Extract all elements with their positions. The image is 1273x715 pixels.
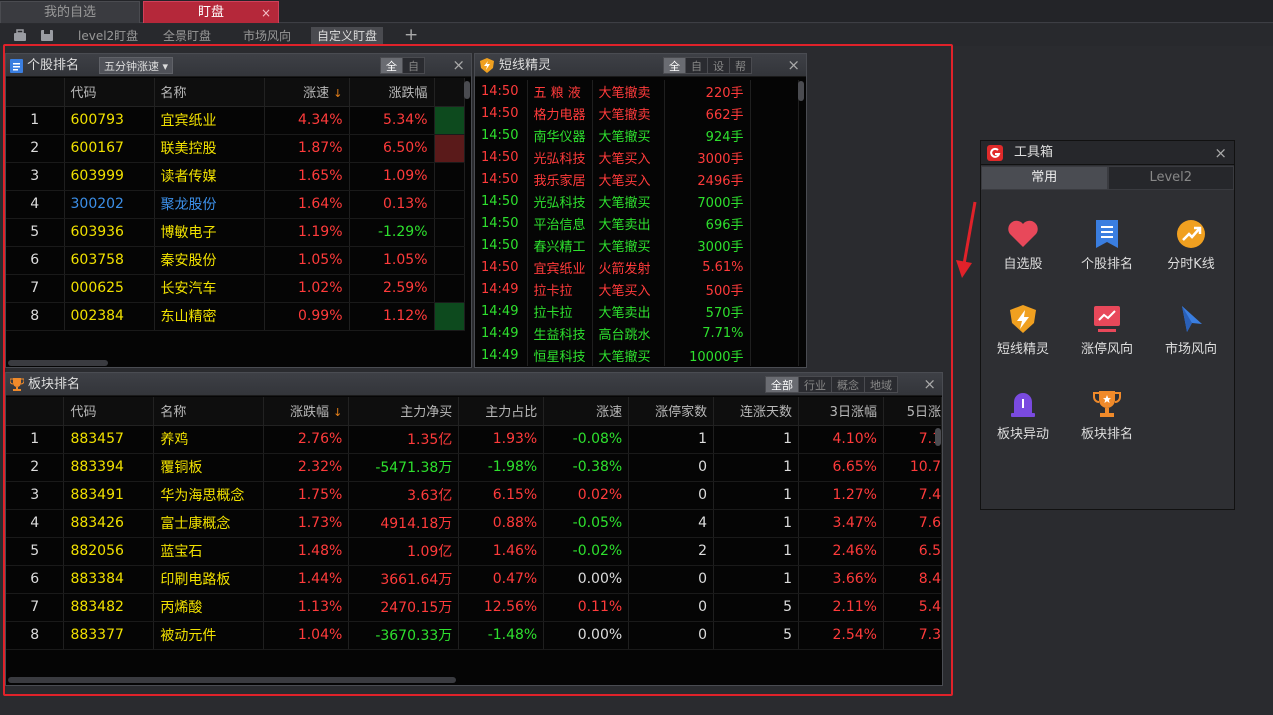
- window-tabbar: 我的自选 盯盘 ×: [0, 0, 1273, 23]
- save-icon[interactable]: [40, 29, 54, 42]
- tool-label: 短线精灵: [996, 342, 1049, 357]
- chart-monitor-icon: [1094, 306, 1120, 332]
- shield-bolt-icon: [1010, 305, 1036, 333]
- app-logo-icon: [987, 145, 1003, 161]
- tool-market-wind[interactable]: 市场风向: [1149, 304, 1233, 357]
- subtab-market-wind[interactable]: 市场风向: [237, 27, 297, 45]
- selection-highlight: [3, 44, 953, 696]
- toolbox-tabs: 常用 Level2: [981, 166, 1234, 190]
- tool-label: 市场风向: [1164, 342, 1217, 357]
- tool-label: 分时K线: [1167, 257, 1215, 272]
- tab-close-icon[interactable]: ×: [261, 2, 271, 24]
- toolbox-icon[interactable]: [13, 29, 27, 42]
- tool-stock-rank[interactable]: 个股排名: [1065, 219, 1149, 272]
- heart-icon: [1008, 220, 1038, 247]
- subtab-level2[interactable]: level2盯盘: [72, 27, 144, 45]
- toolbox-panel: 工具箱 × 常用 Level2 自选股 个股排名 分时K线 短线精灵 涨停风向 …: [980, 140, 1235, 510]
- alarm-bell-icon: [1011, 393, 1035, 417]
- tool-label: 自选股: [1003, 257, 1043, 272]
- tab-level2[interactable]: Level2: [1107, 166, 1234, 190]
- sub-toolbar: level2盯盘 全景盯盘 市场风向 自定义盯盘 +: [0, 24, 1273, 46]
- tool-sector-alert[interactable]: 板块异动: [981, 389, 1065, 442]
- tool-limit-up-wind[interactable]: 涨停风向: [1065, 304, 1149, 357]
- tool-kline[interactable]: 分时K线: [1149, 219, 1233, 272]
- drag-arrow-icon: [956, 201, 977, 278]
- subtab-custom[interactable]: 自定义盯盘: [311, 27, 384, 45]
- toolbox-title: 工具箱: [1014, 145, 1054, 160]
- tab-monitor[interactable]: 盯盘 ×: [143, 1, 279, 23]
- tool-label: 板块排名: [1080, 427, 1133, 442]
- subtab-panorama[interactable]: 全景盯盘: [157, 27, 217, 45]
- tool-sector-rank[interactable]: 板块排名: [1065, 389, 1149, 442]
- toolbox-header: 工具箱 ×: [981, 141, 1234, 165]
- cursor-arrow-icon: [1182, 306, 1202, 332]
- tab-my-watchlist[interactable]: 我的自选: [0, 1, 140, 23]
- tool-watchlist[interactable]: 自选股: [981, 219, 1065, 272]
- tool-label: 涨停风向: [1080, 342, 1133, 357]
- close-icon[interactable]: ×: [1214, 141, 1227, 165]
- tool-short-elf[interactable]: 短线精灵: [981, 304, 1065, 357]
- bookmark-list-icon: [1096, 220, 1118, 248]
- trend-circle-icon: [1177, 220, 1205, 248]
- tab-common[interactable]: 常用: [981, 166, 1108, 190]
- tab-monitor-label: 盯盘: [197, 5, 224, 20]
- tool-label: 板块异动: [996, 427, 1049, 442]
- add-tab-button[interactable]: +: [404, 25, 418, 45]
- tool-label: 个股排名: [1080, 257, 1133, 272]
- trophy-icon: [1093, 391, 1121, 417]
